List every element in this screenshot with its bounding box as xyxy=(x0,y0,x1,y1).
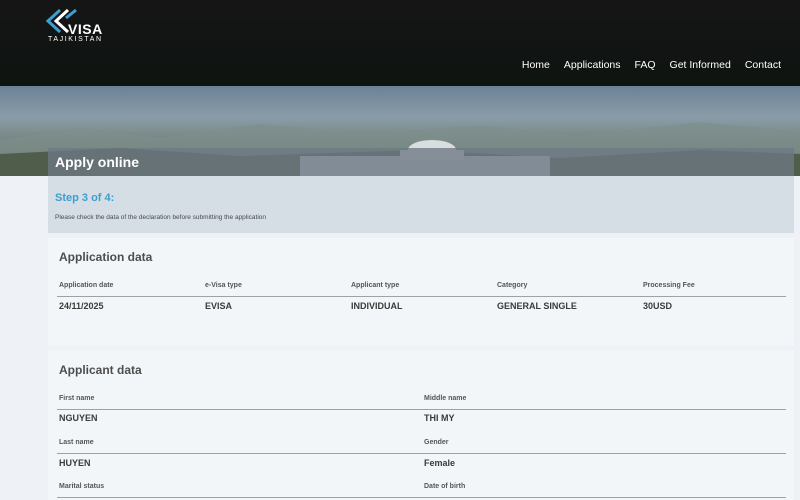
value-middle-name: THI MY xyxy=(424,413,455,423)
applicant-name-header-row: First name Middle name xyxy=(57,395,786,410)
value-application-date: 24/11/2025 xyxy=(59,301,104,311)
value-applicant-type: INDIVIDUAL xyxy=(351,301,403,311)
step-title: Step 3 of 4: xyxy=(55,192,115,204)
header-evisa-type: e-Visa type xyxy=(205,282,242,289)
header-applicant-type: Applicant type xyxy=(351,282,400,289)
nav-faq[interactable]: FAQ xyxy=(635,59,656,71)
application-data-section: Application data Application date e-Visa… xyxy=(48,238,794,346)
label-date-of-birth: Date of birth xyxy=(424,483,466,490)
value-category: GENERAL SINGLE xyxy=(497,301,577,311)
nav-get-informed[interactable]: Get Informed xyxy=(670,59,731,71)
label-last-name: Last name xyxy=(59,439,94,446)
header-processing-fee: Processing Fee xyxy=(643,282,695,289)
label-gender: Gender xyxy=(424,439,449,446)
value-evisa-type: EVISA xyxy=(205,301,233,311)
nav-home[interactable]: Home xyxy=(522,59,550,71)
site-logo[interactable]: VISA TAJIKISTAN xyxy=(46,6,116,46)
header-category: Category xyxy=(497,282,528,289)
label-middle-name: Middle name xyxy=(424,395,467,402)
value-processing-fee: 30USD xyxy=(643,301,673,311)
logo-country-text: TAJIKISTAN xyxy=(48,36,103,43)
page-title: Apply online xyxy=(55,154,139,170)
value-last-name: HUYEN xyxy=(59,458,91,468)
applicant-marital-header-row: Marital status Date of birth xyxy=(57,483,786,498)
page-title-bar: Apply online xyxy=(48,148,794,176)
label-first-name: First name xyxy=(59,395,95,402)
header-application-date: Application date xyxy=(59,282,114,289)
main-nav: Home Applications FAQ Get Informed Conta… xyxy=(522,59,781,71)
application-header-row: Application date e-Visa type Applicant t… xyxy=(57,282,786,297)
step-description: Please check the data of the declaration… xyxy=(55,214,267,221)
site-header: VISA TAJIKISTAN Home Applications FAQ Ge… xyxy=(0,0,800,86)
logo-visa-text: VISA xyxy=(68,21,103,37)
applicant-data-title: Applicant data xyxy=(59,363,142,377)
applicant-data-section: Applicant data First name Middle name NG… xyxy=(48,350,794,500)
step-indicator: Step 3 of 4: Please check the data of th… xyxy=(48,176,794,233)
nav-contact[interactable]: Contact xyxy=(745,59,781,71)
value-gender: Female xyxy=(424,458,456,468)
application-data-title: Application data xyxy=(59,250,153,264)
label-marital-status: Marital status xyxy=(59,483,105,490)
nav-applications[interactable]: Applications xyxy=(564,59,621,71)
applicant-lastname-header-row: Last name Gender xyxy=(57,439,786,454)
value-first-name: NGUYEN xyxy=(59,413,98,423)
